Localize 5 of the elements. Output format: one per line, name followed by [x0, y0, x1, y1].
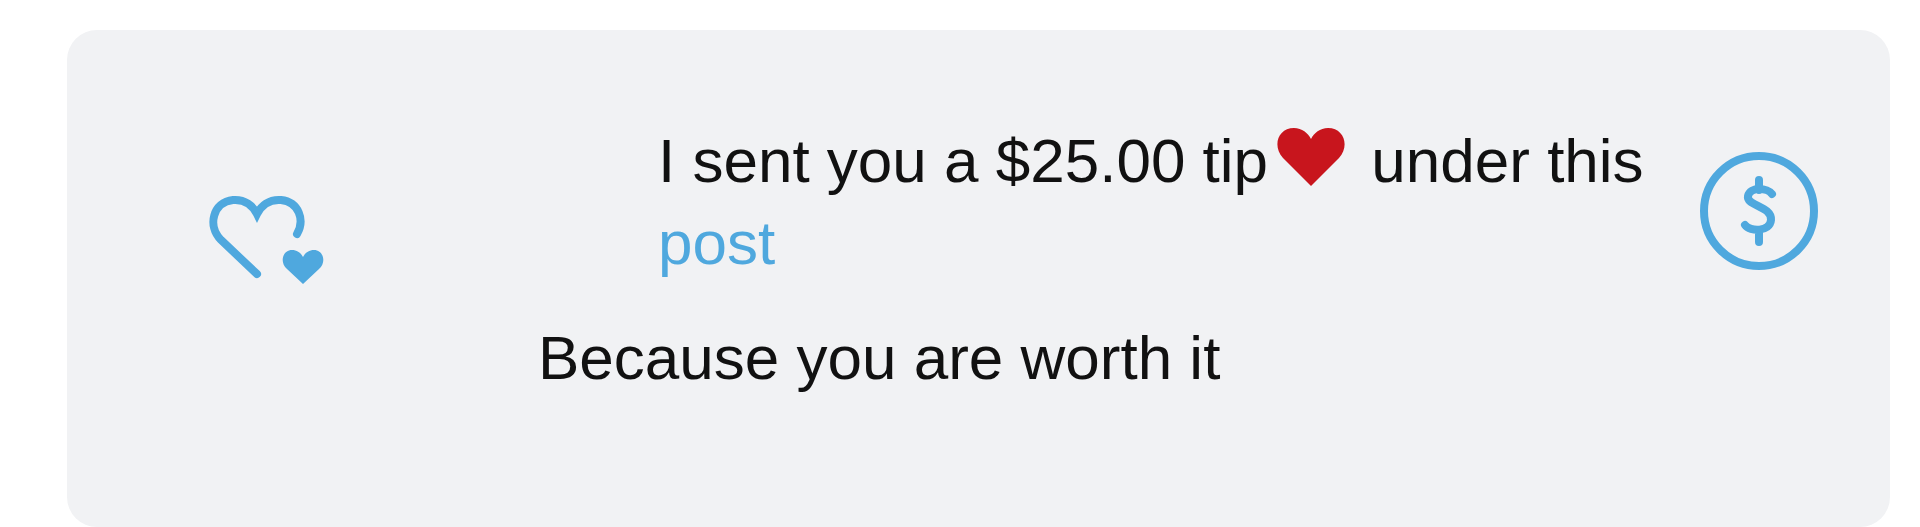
tip-message: I sent you a $25.00 tip under this post: [658, 125, 1645, 279]
post-link[interactable]: post: [658, 208, 776, 277]
heart-icon: [1276, 126, 1347, 188]
tip-note: Because you are worth it: [538, 322, 1222, 393]
dollar-coin-icon: [1698, 150, 1820, 272]
